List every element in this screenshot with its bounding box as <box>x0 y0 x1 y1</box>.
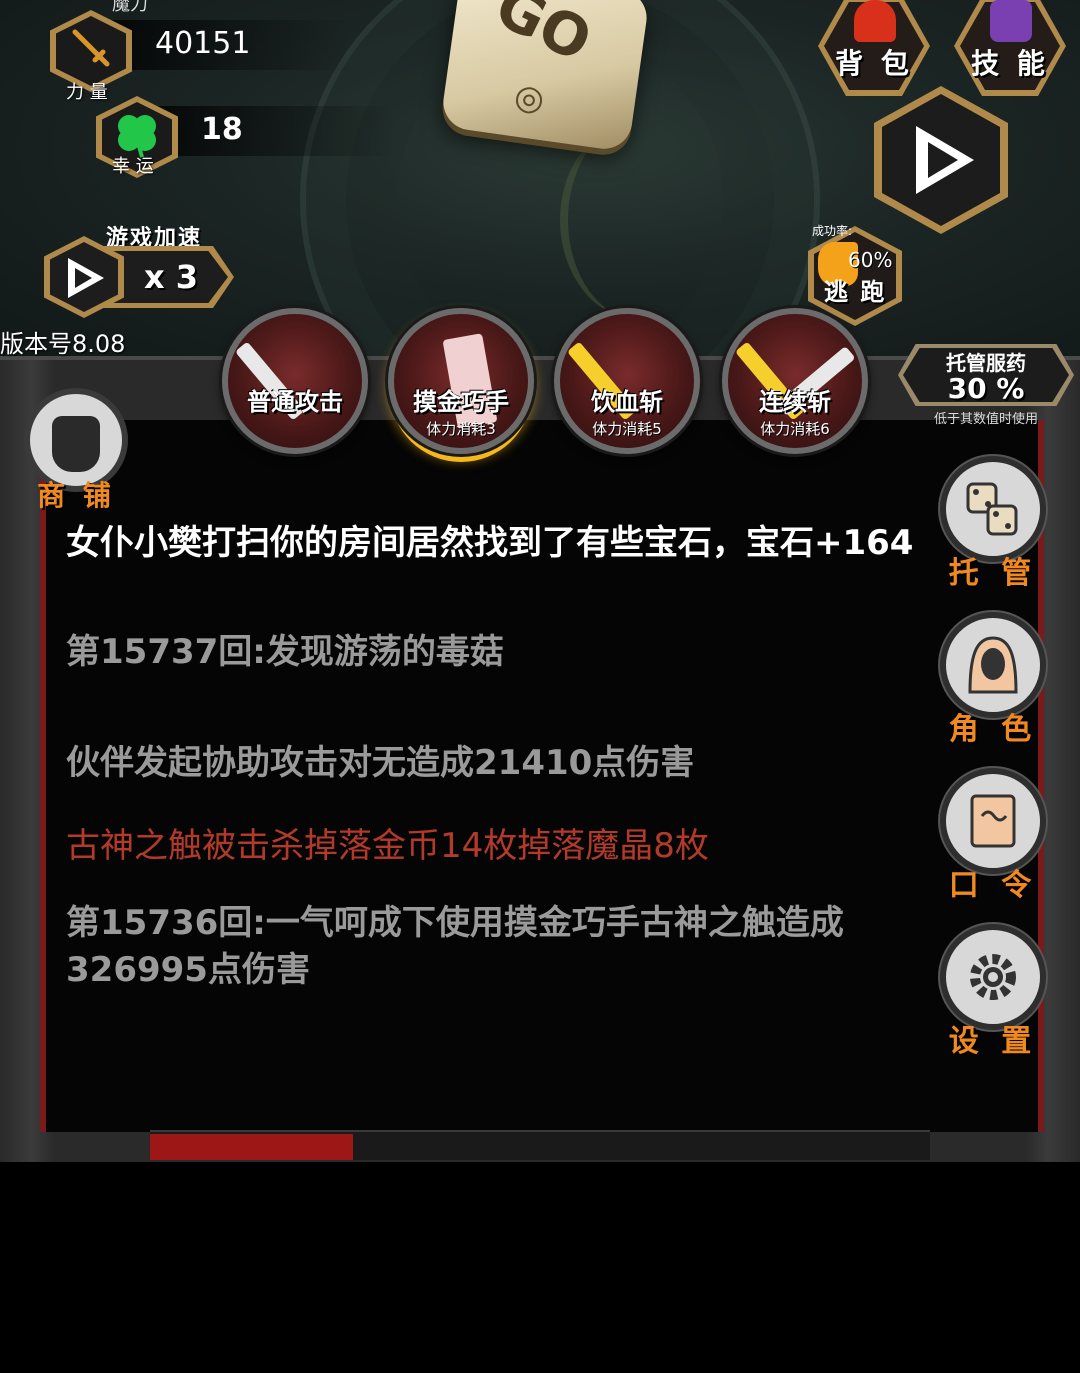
battle-log-panel[interactable]: 女仆小樊打扫你的房间居然找到了有些宝石，宝石+164 第15737回:发现游荡的… <box>40 420 1044 1132</box>
sword-icon <box>69 26 113 76</box>
hooded-figure-icon <box>968 636 1018 694</box>
log-entry: 伙伴发起协助攻击对无造成21410点伤害 <box>66 742 695 783</box>
luck-stat: 18 幸 运 <box>96 92 396 182</box>
character-button[interactable]: 角 色 <box>936 612 1050 747</box>
skill-name: 摸金巧手 <box>413 388 509 416</box>
skill-cost: 体力消耗3 <box>426 420 496 438</box>
luck-bar <box>156 106 396 156</box>
dice-face-label: GO <box>485 0 602 76</box>
strength-label: 力 量 <box>66 82 108 103</box>
dice-pip: ◎ <box>511 76 547 121</box>
hp-bar-fill <box>150 1134 353 1160</box>
shop-bag-icon <box>52 416 100 472</box>
skill-blood-slash[interactable]: 饮血斩 体力消耗5 <box>554 308 700 454</box>
backpack-label: 背 包 <box>835 47 913 80</box>
shop-label: 商 铺 <box>37 479 115 512</box>
settings-button[interactable]: 设 置 <box>936 924 1050 1059</box>
strength-value: 40151 <box>155 26 251 61</box>
log-entry: 古神之触被击杀掉落金币14枚掉落魔晶8枚 <box>66 825 709 866</box>
roll-dice-button[interactable]: GO ◎ <box>439 0 651 153</box>
battle-log-list: 女仆小樊打扫你的房间居然找到了有些宝石，宝石+164 第15737回:发现游荡的… <box>66 520 926 1055</box>
command-button[interactable]: 口 令 <box>936 768 1050 903</box>
log-entry: 女仆小樊打扫你的房间居然找到了有些宝石，宝石+164 <box>66 523 914 563</box>
gear-icon <box>970 954 1016 1000</box>
skills-label: 技 能 <box>971 47 1049 80</box>
settings-label: 设 置 <box>948 1024 1038 1059</box>
book-icon <box>970 794 1016 848</box>
background-vine <box>560 120 720 320</box>
helmet-icon <box>854 0 896 42</box>
shop-button[interactable]: 商 铺 <box>20 384 132 512</box>
log-entry: 第15737回:发现游荡的毒菇 <box>66 631 504 672</box>
luck-label: 幸 运 <box>112 156 154 177</box>
command-label: 口 令 <box>948 868 1038 903</box>
log-entry: 第15736回:一气呵成下使用摸金巧手古神之触造成326995点伤害 <box>66 902 844 990</box>
strength-stat: 40151 力 量 <box>50 6 350 103</box>
backpack-button[interactable]: 背 包 <box>818 0 930 96</box>
skill-combo-slash[interactable]: 连续斩 体力消耗6 <box>722 308 868 454</box>
skills-button[interactable]: 技 能 <box>954 0 1066 96</box>
speed-multiplier: x 3 <box>144 258 199 296</box>
skill-cost: 体力消耗5 <box>592 420 662 438</box>
skill-name: 普通攻击 <box>247 388 343 416</box>
escape-rate-label: 成功率: <box>812 224 853 238</box>
skill-cost: 体力消耗6 <box>760 420 830 438</box>
skill-normal-attack[interactable]: 普通攻击 <box>222 308 368 454</box>
play-button[interactable] <box>874 86 1008 234</box>
dice-icon <box>966 482 1018 536</box>
escape-rate-value: 60% <box>848 248 893 272</box>
auto-medicine-setting[interactable]: 托管服药 30 % 低于其数值时使用 <box>898 344 1074 428</box>
character-label: 角 色 <box>948 712 1038 747</box>
auto-medicine-value: 30 % <box>947 372 1025 405</box>
spellbook-icon <box>990 0 1032 42</box>
auto-medicine-note: 低于其数值时使用 <box>933 412 1038 427</box>
auto-label: 托 管 <box>948 556 1038 591</box>
hp-bar <box>150 1130 930 1160</box>
skill-name: 饮血斩 <box>591 388 663 416</box>
auto-button[interactable]: 托 管 <box>936 456 1050 591</box>
skill-golden-hand[interactable]: 摸金巧手 体力消耗3 <box>388 308 534 454</box>
luck-value: 18 <box>201 112 243 147</box>
skill-name: 连续斩 <box>759 388 831 416</box>
